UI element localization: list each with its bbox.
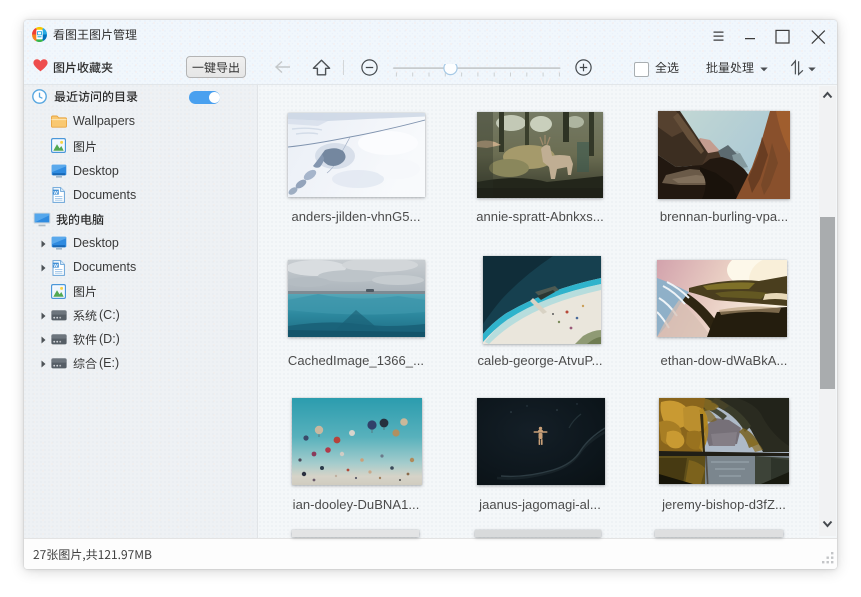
- svg-text:W: W: [54, 263, 59, 268]
- svg-text:W: W: [54, 190, 59, 195]
